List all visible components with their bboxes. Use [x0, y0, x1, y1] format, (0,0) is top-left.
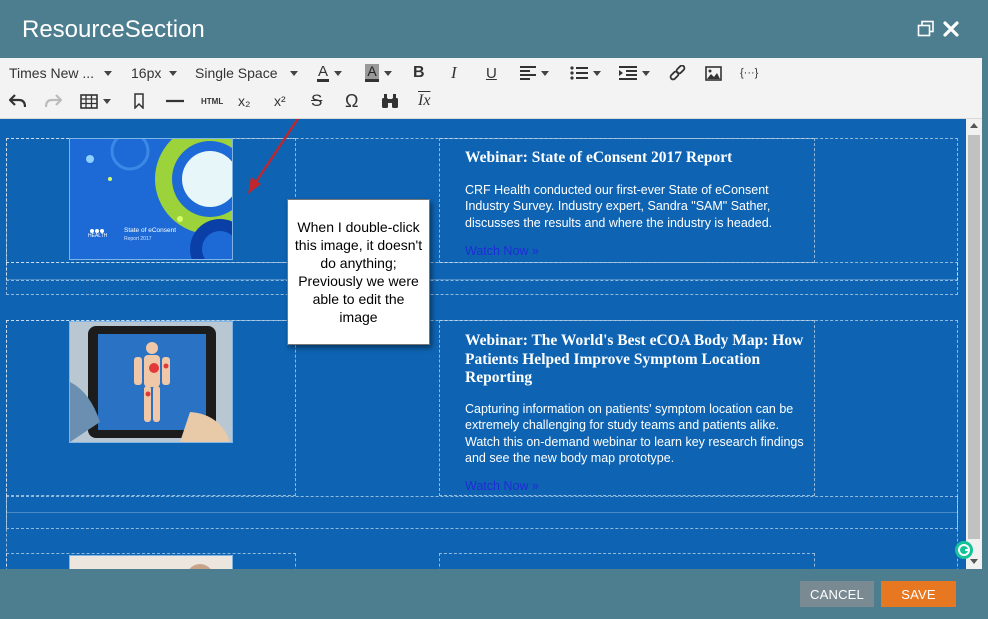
thumbnail-sub-text: Report 2017: [124, 236, 152, 242]
omega-icon[interactable]: Ω: [345, 90, 358, 112]
row-1-watch-now-link[interactable]: Watch Now »: [465, 244, 539, 258]
scrollbar-thumb[interactable]: [968, 135, 980, 539]
row-1-description: CRF Health conducted our first-ever Stat…: [465, 183, 773, 230]
editor-content-area[interactable]: HEALTH State of eConsent Report 2017 Web…: [0, 119, 966, 569]
clear-format-icon[interactable]: Ix: [418, 90, 430, 112]
background-color-icon[interactable]: A: [365, 62, 392, 84]
line-spacing-value: Single Space: [195, 65, 278, 81]
strikethrough-icon[interactable]: S: [311, 90, 322, 112]
bg-color-glyph: A: [365, 64, 379, 82]
row-2-watch-now-link[interactable]: Watch Now »: [465, 479, 539, 493]
close-icon[interactable]: [943, 20, 963, 40]
editor-scrollbar[interactable]: [966, 119, 982, 569]
code-icon[interactable]: {···}: [740, 62, 758, 84]
editor-toolbar: Times New ... 16px Single Space A A B I …: [0, 58, 982, 119]
image-icon[interactable]: [705, 62, 722, 84]
row-2-description: Capturing information on patients' sympt…: [465, 402, 804, 465]
font-size-value: 16px: [131, 65, 162, 81]
list-icon[interactable]: [570, 62, 601, 84]
bold-icon[interactable]: B: [413, 62, 425, 84]
subscript-icon[interactable]: x₂: [238, 90, 250, 112]
scroll-up-icon[interactable]: [970, 123, 978, 128]
link-icon[interactable]: [669, 62, 686, 84]
html-icon[interactable]: HTML: [201, 90, 223, 112]
font-size-select[interactable]: 16px: [131, 62, 178, 84]
line-spacing-select[interactable]: Single Space: [195, 62, 298, 84]
annotation-arrow: [248, 119, 300, 194]
italic-icon[interactable]: I: [451, 62, 457, 84]
thumbnail-brand-text: HEALTH: [88, 233, 108, 239]
redo-icon[interactable]: [45, 90, 62, 112]
row-3-thumbnail-image[interactable]: [69, 555, 233, 569]
row-2-spacer-line: [6, 512, 958, 513]
row-1-thumbnail-image[interactable]: HEALTH State of eConsent Report 2017: [69, 138, 233, 260]
find-icon[interactable]: [381, 90, 399, 112]
row-3-text-cell: [439, 553, 815, 569]
underline-icon[interactable]: U: [486, 62, 497, 84]
row-2-thumbnail-image[interactable]: [69, 321, 233, 443]
thumbnail-title-text: State of eConsent: [124, 227, 176, 234]
horizontal-rule-icon[interactable]: [166, 90, 184, 112]
row-2-heading: Webinar: The World's Best eCOA Body Map:…: [465, 332, 804, 386]
restore-window-icon[interactable]: [917, 20, 937, 40]
annotation-callout: When I double-click this image, it doesn…: [287, 199, 430, 345]
save-button[interactable]: SAVE: [881, 581, 956, 607]
superscript-icon[interactable]: x²: [274, 90, 286, 112]
text-color-glyph: A: [317, 63, 329, 82]
modal-title: ResourceSection: [22, 16, 205, 43]
align-icon[interactable]: [520, 62, 549, 84]
table-icon[interactable]: [80, 90, 111, 112]
row-1-heading: Webinar: State of eConsent 2017 Report: [465, 149, 733, 166]
undo-icon[interactable]: [9, 90, 26, 112]
cancel-button[interactable]: CANCEL: [800, 581, 874, 607]
annotation-text: When I double-click this image, it doesn…: [294, 219, 423, 325]
row-1-spacer: [6, 262, 958, 295]
modal-title-bar: ResourceSection: [0, 0, 988, 58]
grammarly-icon[interactable]: [955, 541, 973, 559]
font-family-value: Times New ...: [9, 65, 95, 81]
indent-icon[interactable]: [619, 62, 650, 84]
font-family-select[interactable]: Times New ...: [9, 62, 113, 84]
text-color-icon[interactable]: A: [317, 62, 342, 84]
scroll-down-icon[interactable]: [970, 559, 978, 564]
bookmark-icon[interactable]: [133, 90, 145, 112]
